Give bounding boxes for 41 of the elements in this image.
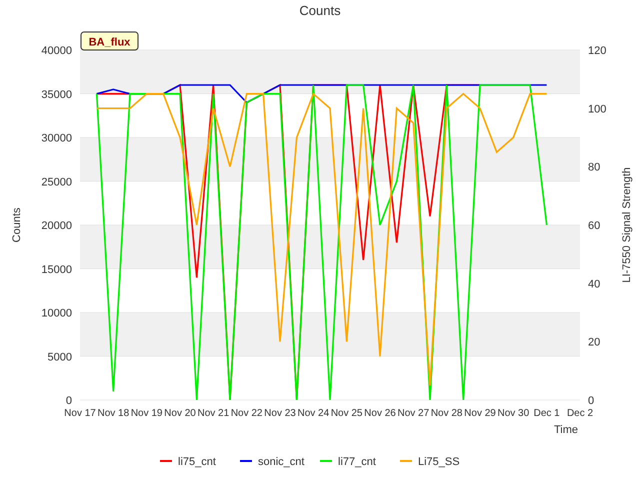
axis-title: LI-7550 Signal Strength	[621, 167, 633, 283]
annotation-label: BA_flux	[80, 32, 138, 50]
tick-label: 100	[588, 103, 606, 116]
tick-label: 10000	[41, 308, 72, 320]
tick-label: Nov 23	[264, 408, 296, 419]
tick-label: 40	[588, 278, 600, 290]
tick-label: 5000	[48, 351, 72, 364]
chart-title: Counts	[299, 3, 341, 18]
tick-label: 0	[66, 395, 72, 407]
tick-label: 40000	[41, 45, 72, 57]
tick-label: Nov 24	[298, 408, 330, 419]
axis-title: Time	[554, 424, 578, 436]
tick-label: Nov 19	[130, 408, 162, 419]
tick-label: Nov 28	[430, 408, 462, 419]
axis-title: Counts	[11, 208, 23, 242]
tick-label: 15000	[41, 264, 72, 276]
tick-label: 35000	[41, 88, 72, 101]
tick-label: Nov 18	[98, 408, 130, 419]
tick-label: Dec 1	[534, 408, 560, 419]
tick-label: Nov 22	[230, 408, 262, 419]
tick-label: Nov 17	[64, 408, 96, 419]
tick-label: Nov 30	[498, 408, 530, 419]
tick-label: 80	[588, 162, 600, 174]
legend-label: sonic_cnt	[258, 456, 304, 468]
legend-label: li75_cnt	[178, 456, 216, 468]
tick-label: Nov 26	[364, 408, 396, 419]
tick-label: Nov 29	[464, 408, 496, 419]
legend-label: Li75_SS	[418, 456, 460, 468]
tick-label: 20	[588, 336, 600, 349]
tick-label: Dec 2	[566, 408, 594, 419]
tick-label: 20000	[41, 220, 72, 232]
tick-label: Nov 21	[198, 408, 230, 419]
tick-label: Nov 25	[330, 408, 362, 419]
legend-label: li77_cnt	[338, 456, 376, 468]
tick-label: Nov 20	[164, 408, 196, 419]
tick-label: 25000	[41, 176, 72, 188]
tick-label: 30000	[41, 132, 72, 144]
tick-label: 120	[588, 45, 606, 57]
tick-label: 0	[588, 395, 594, 407]
tick-label: 60	[588, 220, 600, 232]
tick-label: Nov 27	[398, 408, 430, 419]
